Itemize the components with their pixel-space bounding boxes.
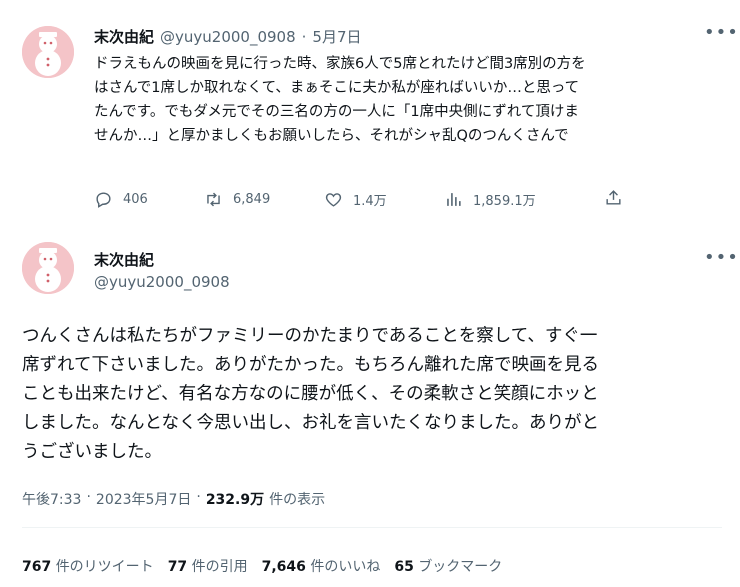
reply-count: 406 [123,191,148,207]
quotes-count: 77 [167,559,188,575]
reply-icon [96,191,111,208]
reply-button[interactable]: 406 [94,188,204,210]
quotes-stat[interactable]: 77 件の引用 [168,556,248,576]
divider [22,527,722,528]
avatar[interactable] [22,242,74,294]
separator: · [301,27,307,46]
share-button[interactable] [604,188,623,211]
retweet-button[interactable]: 6,849 [204,188,324,210]
tweet-line: うございました。 [22,442,162,462]
separator: · [86,489,91,505]
tweet-line: せんか…」と厚かましくもお願いしたら、それがシャ乱Qのつんくさんで [94,128,569,144]
retweets-stat[interactable]: 767 件のリツイート [22,556,154,576]
tweet-date[interactable]: 2023年5月7日 [96,489,191,509]
like-button[interactable]: 1.4万 [324,188,444,210]
more-icon[interactable]: ••• [704,22,739,43]
like-count: 1.4万 [353,193,387,209]
views-icon [447,192,461,206]
retweet-count: 6,849 [233,191,271,207]
handle[interactable]: @yuyu2000_0908 [94,273,230,291]
views-count: 1,859.1万 [473,193,536,209]
likes-count: 7,646 [261,559,306,575]
handle[interactable]: @yuyu2000_0908 [160,28,296,46]
like-icon [325,192,342,207]
likes-stat[interactable]: 7,646 件のいいね [262,556,381,576]
display-name[interactable]: 末次由紀 [94,249,154,270]
tweet-meta: 午後7:33 · 2023年5月7日 · 232.9万 件の表示 [22,489,325,509]
tweet-date[interactable]: 5月7日 [312,26,361,47]
separator: · [196,489,201,505]
share-icon [606,190,621,205]
tweet-line: ドラえもんの映画を見に行った時、家族6人で5席とれたけど間3席別の方を [94,56,586,72]
avatar[interactable] [22,26,74,78]
bookmarks-count: 65 [394,559,414,575]
views-button[interactable]: 1,859.1万 [444,188,594,210]
display-name[interactable]: 末次由紀 [94,26,154,47]
bookmarks-stat[interactable]: 65 ブックマーク [394,556,502,576]
quotes-label: 件の引用 [191,559,248,575]
tweet-line: ことも出来たけど、有名な方なのに腰が低く、その柔軟さと笑顔にホッと [22,384,599,404]
tweet-line: つんくさんは私たちがファミリーのかたまりであることを察して、すぐ一 [22,326,598,346]
tweet-line: はさんで1席しか取れなくて、まぁそこに夫か私が座ればいいか…と思って [94,80,580,96]
tweet-text: ドラえもんの映画を見に行った時、家族6人で5席とれたけど間3席別の方を はさんで… [94,52,724,148]
retweets-count: 767 [22,559,52,575]
retweets-label: 件のリツイート [55,559,154,575]
snowman-avatar-icon [22,26,74,78]
tweet-line: 席ずれて下さいました。ありがたかった。もちろん離れた席で映画を見る [22,355,599,375]
tweet-text: つんくさんは私たちがファミリーのかたまりであることを察して、すぐ一 席ずれて下さ… [22,322,722,467]
tweet-line: たんです。でもダメ元でその三名の方の一人に「1席中央側にずれて頂けま [94,104,579,120]
views-number: 232.9万 [205,492,265,508]
engagement-stats: 767 件のリツイート 77 件の引用 7,646 件のいいね 65 ブックマー… [22,556,502,576]
views-label: 件の表示 [269,492,326,508]
bookmarks-label: ブックマーク [418,559,503,575]
likes-label: 件のいいね [310,559,381,575]
retweet-icon [207,192,220,206]
more-icon[interactable]: ••• [704,247,739,268]
tweet-time[interactable]: 午後7:33 [22,489,81,509]
tweet-line: しました。なんとなく今思い出し、お礼を言いたくなりました。ありがと [22,413,599,433]
snowman-avatar-icon [22,242,74,294]
